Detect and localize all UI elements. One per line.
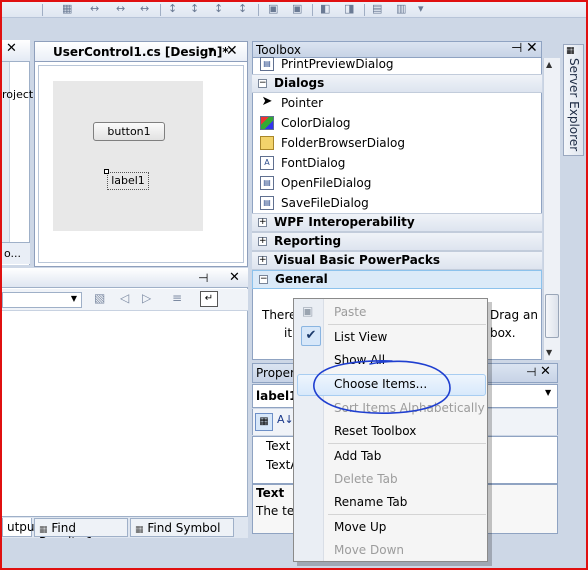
screenshot-frame bbox=[0, 0, 588, 570]
